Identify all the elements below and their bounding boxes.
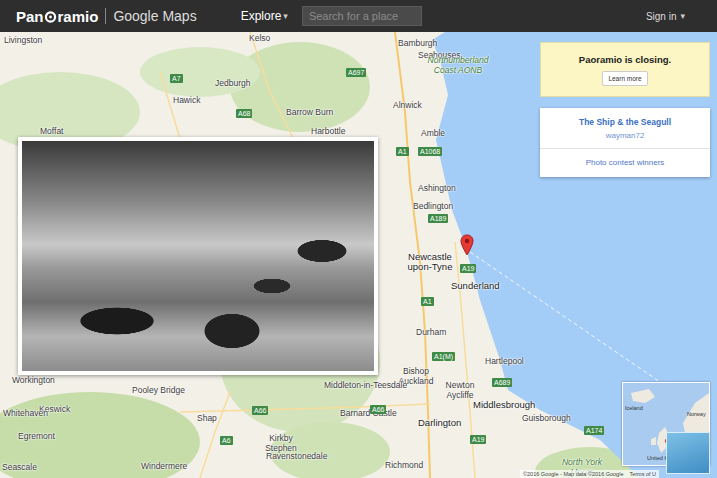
place-label: Pooley Bridge bbox=[132, 385, 185, 395]
place-label: Sunderland bbox=[451, 281, 500, 291]
search-field[interactable] bbox=[302, 6, 422, 26]
place-label: Barrow Burn bbox=[286, 107, 333, 117]
attribution-text: ©2016 Google - Map data ©2016 Google bbox=[523, 471, 623, 477]
learn-more-button[interactable]: Learn more bbox=[602, 71, 647, 86]
place-label: Barnard Castle bbox=[340, 408, 397, 418]
panoramio-logo[interactable]: Pan ramio Google Maps bbox=[16, 8, 197, 25]
place-label: Hartlepool bbox=[485, 356, 524, 366]
place-label: Jedburgh bbox=[215, 78, 250, 88]
place-label: Workington bbox=[12, 375, 55, 385]
top-bar: PanramioGoogle MapsExplore▾Sign in▾ bbox=[0, 0, 717, 32]
sign-in-label: Sign in bbox=[646, 11, 677, 22]
explore-menu[interactable]: Explore▾ bbox=[241, 9, 288, 23]
logo-separator bbox=[105, 8, 106, 24]
road-number: A1 bbox=[396, 147, 409, 156]
place-label: Moffat bbox=[40, 126, 63, 136]
road-number: A6 bbox=[220, 436, 233, 445]
map[interactable]: LivingstonKelsoBamburghSeahousesNorthumb… bbox=[0, 32, 717, 478]
photo-info-card: The Ship & the Seagull wayman72 Photo cont… bbox=[540, 108, 710, 177]
place-label: Northumberland Coast AONB bbox=[426, 55, 490, 75]
place-label: Ravenstonedale bbox=[266, 451, 327, 461]
place-label: Middlesbrough bbox=[473, 400, 535, 410]
place-label: Seascale bbox=[2, 462, 37, 472]
lens-icon bbox=[44, 10, 57, 23]
road-number: A689 bbox=[492, 378, 512, 387]
photo-info: The Ship & the Seagull wayman72 bbox=[540, 108, 710, 149]
road-number: A66 bbox=[370, 405, 386, 414]
place-label: Shap bbox=[197, 413, 217, 423]
road-number: A66 bbox=[252, 406, 268, 415]
caret-icon: ▾ bbox=[680, 11, 685, 21]
photo-title[interactable]: The Ship & the Seagull bbox=[579, 117, 671, 127]
contest-link[interactable]: Photo contest winners bbox=[540, 149, 710, 177]
product-name: Google Maps bbox=[113, 8, 196, 24]
place-label: Guisborough bbox=[522, 413, 571, 423]
place-label: Windermere bbox=[141, 461, 187, 471]
place-label: Newton Aycliffe bbox=[438, 380, 482, 400]
place-label: Darlington bbox=[418, 418, 461, 428]
place-label: Newcastle upon-Tyne bbox=[401, 252, 459, 272]
place-label: Harbottle bbox=[311, 126, 346, 136]
place-label: Bamburgh bbox=[398, 38, 437, 48]
road-number: A19 bbox=[470, 435, 486, 444]
road-number: A19 bbox=[460, 264, 476, 273]
place-label: Kelso bbox=[249, 33, 270, 43]
road-number: A1(M) bbox=[432, 352, 455, 361]
map-attribution: ©2016 Google - Map data ©2016 Google Term… bbox=[520, 470, 659, 478]
place-label: Richmond bbox=[385, 460, 423, 470]
place-label: Bedlington bbox=[413, 201, 453, 211]
promo-badge[interactable] bbox=[666, 432, 710, 474]
logo-text-end: ramio bbox=[58, 8, 99, 25]
place-label: Durham bbox=[416, 327, 446, 337]
road-number: A1 bbox=[421, 297, 434, 306]
place-label: Livingston bbox=[4, 35, 42, 45]
explore-label: Explore bbox=[241, 9, 282, 23]
terms-link[interactable]: Terms of U bbox=[629, 471, 656, 477]
road-number: A7 bbox=[170, 74, 183, 83]
photo-preview[interactable] bbox=[18, 137, 378, 375]
place-label: Whitehaven bbox=[3, 408, 48, 418]
photo-author[interactable]: wayman72 bbox=[606, 131, 645, 140]
notice-title: Paoramio is closing. bbox=[579, 54, 671, 65]
closing-notice: Paoramio is closing. Learn more bbox=[540, 42, 710, 97]
logo-text-start: Pan bbox=[16, 8, 44, 25]
minimap-label: Iceland bbox=[625, 405, 643, 411]
place-label: Hawick bbox=[173, 95, 200, 105]
place-label: Egremont bbox=[18, 431, 55, 441]
caret-icon: ▾ bbox=[283, 11, 288, 21]
place-label: Kirkby Stephen bbox=[262, 433, 300, 453]
road-number: A697 bbox=[346, 68, 366, 77]
map-pin-icon[interactable] bbox=[460, 234, 474, 256]
road-number: A189 bbox=[428, 214, 448, 223]
road-number: A174 bbox=[584, 426, 604, 435]
sign-in-menu[interactable]: Sign in▾ bbox=[646, 11, 685, 22]
place-label: Amble bbox=[421, 128, 445, 138]
place-label: Middleton-in-Teesdale bbox=[324, 380, 407, 390]
place-label: Ashington bbox=[418, 183, 456, 193]
road-number: A1068 bbox=[418, 147, 442, 156]
road-number: A68 bbox=[236, 109, 252, 118]
place-label: Alnwick bbox=[393, 100, 422, 110]
minimap-label: Norway bbox=[687, 411, 706, 417]
